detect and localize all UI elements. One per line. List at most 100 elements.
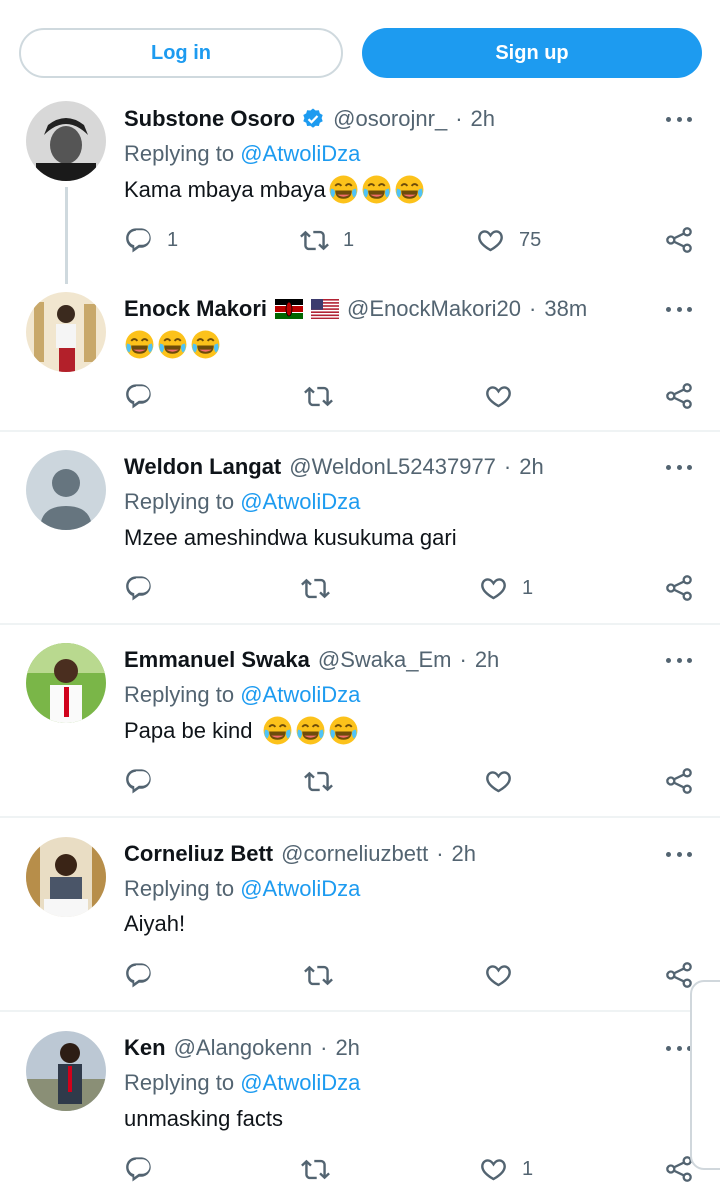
replying-to: Replying to @AtwoliDza (124, 1070, 360, 1096)
more-options-icon[interactable] (666, 463, 692, 471)
retweet-button[interactable] (304, 382, 333, 411)
auth-bar: Log in Sign up (0, 0, 720, 96)
author-handle[interactable]: @corneliuzbett (281, 841, 428, 867)
tweet-time[interactable]: 38m (544, 296, 587, 322)
like-button[interactable]: 1 (479, 1155, 533, 1184)
share-button[interactable] (665, 767, 693, 795)
tweet-time[interactable]: 2h (335, 1035, 359, 1061)
retweet-button[interactable] (304, 767, 333, 796)
replying-prefix: Replying to (124, 682, 235, 707)
more-options-icon[interactable] (666, 850, 692, 858)
author-name[interactable]: Enock Makori (124, 296, 267, 322)
mention-link[interactable]: @AtwoliDza (240, 1070, 360, 1095)
avatar[interactable] (26, 450, 106, 530)
tweet-text-content: Kama mbaya mbaya (124, 176, 326, 202)
retweet-button[interactable] (304, 961, 333, 990)
share-icon (665, 382, 693, 410)
tweet-text-content: Mzee ameshindwa kusukuma gari (124, 525, 457, 550)
retweet-icon (304, 382, 333, 411)
author-name[interactable]: Ken (124, 1035, 166, 1061)
tears-of-joy-emoji (157, 329, 188, 360)
mention-link[interactable]: @AtwoliDza (240, 682, 360, 707)
retweet-count: 1 (343, 229, 355, 251)
replying-to: Replying to @AtwoliDza (124, 876, 360, 902)
speech-bubble-icon (124, 574, 153, 603)
author-handle[interactable]: @Alangokenn (174, 1035, 313, 1061)
mention-link[interactable]: @AtwoliDza (240, 876, 360, 901)
reply-button[interactable] (124, 767, 153, 796)
avatar[interactable] (26, 837, 106, 917)
separator-dot: · (459, 647, 467, 672)
share-button[interactable] (665, 961, 693, 989)
author-handle[interactable]: @Swaka_Em (318, 647, 452, 673)
author-name[interactable]: Emmanuel Swaka (124, 647, 310, 673)
share-button[interactable] (665, 574, 693, 602)
speech-bubble-icon (124, 382, 153, 411)
share-button[interactable] (665, 382, 693, 410)
login-button[interactable]: Log in (19, 28, 343, 78)
like-button[interactable] (484, 961, 513, 990)
author-name[interactable]: Weldon Langat (124, 454, 281, 480)
heart-icon (484, 767, 513, 796)
like-button[interactable] (484, 767, 513, 796)
avatar[interactable] (26, 292, 106, 372)
retweet-button[interactable]: 1 (300, 226, 354, 255)
tweet-text: Aiyah! (124, 911, 185, 937)
heart-icon (476, 226, 505, 255)
tears-of-joy-emoji (124, 329, 155, 360)
separator-dot: · (455, 106, 463, 131)
tweet-time[interactable]: 2h (519, 454, 543, 480)
mention-link[interactable]: @AtwoliDza (240, 489, 360, 514)
like-count: 1 (522, 577, 534, 599)
retweet-button[interactable] (301, 1155, 330, 1184)
like-button[interactable] (484, 382, 513, 411)
reply-count: 1 (167, 229, 179, 251)
replying-to: Replying to @AtwoliDza (124, 489, 360, 515)
tweet-text-content: unmasking facts (124, 1106, 283, 1131)
tweet-text: Papa be kind (124, 715, 359, 746)
divider (0, 623, 720, 625)
replying-prefix: Replying to (124, 1070, 235, 1095)
retweet-icon (304, 961, 333, 990)
more-options-icon[interactable] (666, 115, 692, 123)
author-name[interactable]: Corneliuz Bett (124, 841, 273, 867)
tweet-time[interactable]: 2h (452, 841, 476, 867)
heart-icon (479, 574, 508, 603)
reply-button[interactable]: 1 (124, 226, 178, 255)
tears-of-joy-emoji (361, 174, 392, 205)
reply-button[interactable] (124, 961, 153, 990)
speech-bubble-icon (124, 961, 153, 990)
like-button[interactable]: 75 (476, 226, 541, 255)
retweet-icon (301, 574, 330, 603)
like-button[interactable]: 1 (479, 574, 533, 603)
scrollbar-thumb[interactable] (690, 980, 720, 1170)
tweet-text (124, 329, 221, 360)
divider (0, 816, 720, 818)
tweet-time[interactable]: 2h (471, 106, 495, 132)
retweet-button[interactable] (301, 574, 330, 603)
avatar[interactable] (26, 643, 106, 723)
more-options-icon[interactable] (666, 656, 692, 664)
author-handle[interactable]: @EnockMakori20 (347, 296, 521, 322)
reply-button[interactable] (124, 574, 153, 603)
signup-button[interactable]: Sign up (362, 28, 702, 78)
tweet-time[interactable]: 2h (475, 647, 499, 673)
author-handle[interactable]: @osorojnr_ (333, 106, 447, 132)
retweet-icon (300, 226, 329, 255)
replying-to: Replying to @AtwoliDza (124, 141, 360, 167)
replying-prefix: Replying to (124, 141, 235, 166)
usa-flag-icon (311, 299, 340, 319)
author-name[interactable]: Substone Osoro (124, 106, 295, 132)
mention-link[interactable]: @AtwoliDza (240, 141, 360, 166)
separator-dot: · (436, 841, 444, 866)
share-button[interactable] (665, 1155, 693, 1183)
avatar[interactable] (26, 101, 106, 181)
more-options-icon[interactable] (666, 1044, 692, 1052)
avatar[interactable] (26, 1031, 106, 1111)
reply-button[interactable] (124, 1155, 153, 1184)
share-button[interactable] (665, 226, 693, 254)
author-handle[interactable]: @WeldonL52437977 (289, 454, 496, 480)
more-options-icon[interactable] (666, 305, 692, 313)
reply-button[interactable] (124, 382, 153, 411)
tweet-text: unmasking facts (124, 1106, 283, 1132)
